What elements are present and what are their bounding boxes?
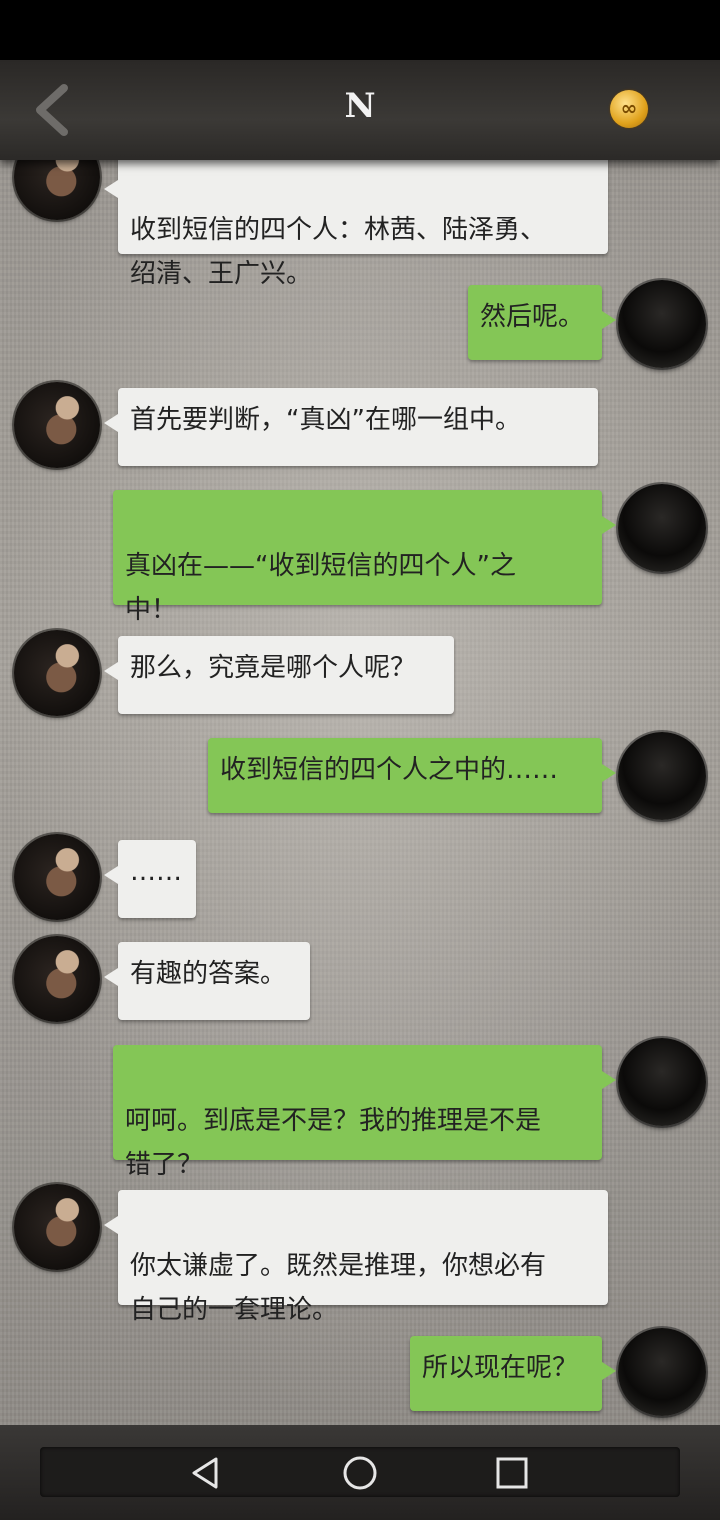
- message-bubble-left: 你太谦虚了。既然是推理，你想必有 自己的一套理论。: [104, 1190, 608, 1325]
- message-text: 你太谦虚了。既然是推理，你想必有 自己的一套理论。: [130, 1251, 547, 1325]
- message-bubble-right: 呵呵。到底是不是？我的推理是不是 错了？: [113, 1045, 616, 1180]
- circle-home-icon: [343, 1456, 377, 1490]
- message-text: 真凶在——“收到短信的四个人”之 中！: [125, 551, 516, 625]
- user-avatar[interactable]: [618, 1328, 706, 1416]
- user-avatar[interactable]: [618, 732, 706, 820]
- nav-bar-inner: [40, 1447, 680, 1497]
- contact-avatar[interactable]: [14, 1184, 100, 1270]
- nav-recents-button[interactable]: [494, 1455, 530, 1491]
- triangle-back-icon: [192, 1457, 218, 1489]
- nav-back-button[interactable]: [188, 1455, 224, 1491]
- message-text: 然后呢。: [480, 302, 585, 332]
- user-avatar[interactable]: [618, 280, 706, 368]
- message-text: 呵呵。到底是不是？我的推理是不是 错了？: [125, 1106, 542, 1180]
- message-text: ……: [130, 857, 182, 887]
- message-text: 所以现在呢？: [422, 1353, 579, 1383]
- contact-avatar[interactable]: [14, 834, 100, 920]
- message-text: 那么，究竟是哪个人呢？: [130, 653, 417, 683]
- message-text: 首先要判断，“真凶”在哪一组中。: [130, 405, 521, 435]
- message-bubble-left: 首先要判断，“真凶”在哪一组中。: [104, 388, 598, 466]
- message-bubble-left: 收到短信的四个人：林茜、陆泽勇、 绍清、王广兴。: [104, 160, 608, 289]
- message-bubble-left: ……: [104, 840, 196, 918]
- contact-avatar[interactable]: [14, 936, 100, 1022]
- status-bar: [0, 0, 720, 60]
- message-bubble-right: 收到短信的四个人之中的……: [208, 738, 616, 813]
- message-bubble-right: 所以现在呢？: [410, 1336, 616, 1411]
- message-bubble-left: 那么，究竟是哪个人呢？: [104, 636, 454, 714]
- contact-avatar[interactable]: [14, 382, 100, 468]
- message-bubble-right: 然后呢。: [468, 285, 616, 360]
- message-text: 收到短信的四个人：林茜、陆泽勇、 绍清、王广兴。: [130, 215, 547, 289]
- square-recents-icon: [496, 1457, 528, 1489]
- top-bar: N ∞: [0, 60, 720, 160]
- nav-home-button[interactable]: [342, 1455, 378, 1491]
- infinity-coin-icon: ∞: [620, 96, 638, 120]
- message-bubble-left: 有趣的答案。: [104, 942, 310, 1020]
- system-nav-bar: [0, 1425, 720, 1520]
- message-text: 收到短信的四个人之中的……: [220, 755, 559, 785]
- contact-avatar[interactable]: [14, 160, 100, 220]
- contact-avatar[interactable]: [14, 630, 100, 716]
- infinity-coin-button[interactable]: ∞: [610, 90, 648, 128]
- chat-area[interactable]: 收到短信的四个人：林茜、陆泽勇、 绍清、王广兴。 然后呢。 首先要判断，“真凶”…: [0, 160, 720, 1425]
- user-avatar[interactable]: [618, 1038, 706, 1126]
- message-text: 有趣的答案。: [130, 959, 287, 989]
- user-avatar[interactable]: [618, 484, 706, 572]
- message-bubble-right: 真凶在——“收到短信的四个人”之 中！: [113, 490, 616, 625]
